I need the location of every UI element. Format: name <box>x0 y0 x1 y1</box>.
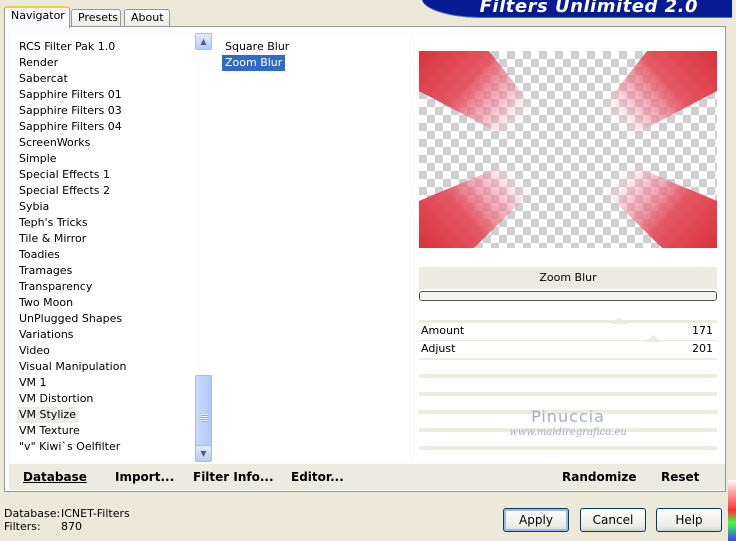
filter-list[interactable]: Square Blur Zoom Blur <box>212 33 409 463</box>
filter-info-button[interactable]: Filter Info... <box>193 470 274 484</box>
category-item[interactable]: Sabercat <box>17 71 70 87</box>
progress-bar <box>419 291 717 301</box>
cancel-button[interactable]: Cancel <box>580 508 646 532</box>
category-item[interactable]: Sapphire Filters 04 <box>17 119 124 135</box>
category-item[interactable]: "v" Kiwi`s Oelfilter <box>17 439 122 455</box>
tab-about[interactable]: About <box>124 9 170 27</box>
reset-button[interactable]: Reset <box>661 470 699 484</box>
filter-item[interactable]: Square Blur <box>222 39 292 55</box>
category-item[interactable]: Visual Manipulation <box>17 359 128 375</box>
category-item[interactable]: Sapphire Filters 01 <box>17 87 124 103</box>
database-button[interactable]: Database <box>23 470 87 484</box>
category-item[interactable]: Transparency <box>17 279 94 295</box>
filter-preview <box>419 51 717 248</box>
category-item[interactable]: Toadies <box>17 247 62 263</box>
param-value: 201 <box>692 342 713 355</box>
import-button[interactable]: Import... <box>115 470 174 484</box>
navigator-toolbar: Database Import... Filter Info... Editor… <box>9 464 725 490</box>
scroll-up-button[interactable]: ▲ <box>195 33 212 50</box>
status-database-label: Database: <box>4 507 61 520</box>
scroll-track[interactable] <box>195 51 212 461</box>
category-item[interactable]: Render <box>17 55 60 71</box>
scroll-down-button[interactable]: ▼ <box>195 445 212 462</box>
zoom-blur-preview-image <box>419 51 717 248</box>
status-database-value: ICNET-Filters <box>61 507 130 520</box>
help-button[interactable]: Help <box>656 508 722 532</box>
param-label: Amount <box>421 324 465 337</box>
category-list[interactable]: ▲ ▼ RCS Filter Pak 1.0 Render Sabercat Sapp… <box>11 33 212 463</box>
category-item[interactable]: VM Texture <box>17 423 82 439</box>
category-item[interactable]: Special Effects 1 <box>17 167 112 183</box>
category-scrollbar[interactable]: ▲ ▼ <box>195 33 212 463</box>
slider-marker-icon[interactable] <box>645 335 661 342</box>
category-item[interactable]: Special Effects 2 <box>17 183 112 199</box>
category-item[interactable]: VM Stylize <box>17 407 78 423</box>
filter-name-label: Zoom Blur <box>419 267 717 289</box>
category-item[interactable]: ScreenWorks <box>17 135 92 151</box>
randomize-button[interactable]: Randomize <box>562 470 636 484</box>
preview-panel: Zoom Blur Amount 171 Adjust 201 Pinuccia… <box>415 33 721 463</box>
category-item[interactable]: Sapphire Filters 03 <box>17 103 124 119</box>
category-item[interactable]: Sybia <box>17 199 51 215</box>
category-item[interactable]: Tramages <box>17 263 74 279</box>
slider-marker-icon[interactable] <box>611 317 627 324</box>
color-strip <box>728 480 736 541</box>
status-filters: Filters: 870 <box>4 520 82 533</box>
status-filters-label: Filters: <box>4 520 41 533</box>
grip-icon <box>201 414 208 422</box>
status-filters-value: 870 <box>61 520 82 533</box>
apply-button[interactable]: Apply <box>503 508 569 532</box>
tab-navigator[interactable]: Navigator <box>4 6 70 28</box>
param-value: 171 <box>692 324 713 337</box>
title-banner: Filters Unlimited 2.0 <box>422 0 732 17</box>
category-item[interactable]: Variations <box>17 327 76 343</box>
navigator-panel: ▲ ▼ RCS Filter Pak 1.0 Render Sabercat Sapp… <box>4 26 726 492</box>
editor-button[interactable]: Editor... <box>291 470 344 484</box>
category-item[interactable]: RCS Filter Pak 1.0 <box>17 39 117 55</box>
tab-presets[interactable]: Presets <box>71 9 121 27</box>
category-item[interactable]: VM Distortion <box>17 391 95 407</box>
category-item[interactable]: Tile & Mirror <box>17 231 88 247</box>
filter-item[interactable]: Zoom Blur <box>222 55 286 71</box>
param-adjust[interactable]: Adjust 201 <box>419 335 717 359</box>
category-item[interactable]: Simple <box>17 151 59 167</box>
param-amount[interactable]: Amount 171 <box>419 317 717 341</box>
category-item[interactable]: UnPlugged Shapes <box>17 311 124 327</box>
category-item[interactable]: Teph's Tricks <box>17 215 90 231</box>
status-database: Database:ICNET-Filters <box>4 507 130 520</box>
param-label: Adjust <box>421 342 456 355</box>
category-item[interactable]: Video <box>17 343 52 359</box>
app-title: Filters Unlimited 2.0 <box>479 0 698 17</box>
category-item[interactable]: VM 1 <box>17 375 49 391</box>
category-item[interactable]: Two Moon <box>17 295 75 311</box>
